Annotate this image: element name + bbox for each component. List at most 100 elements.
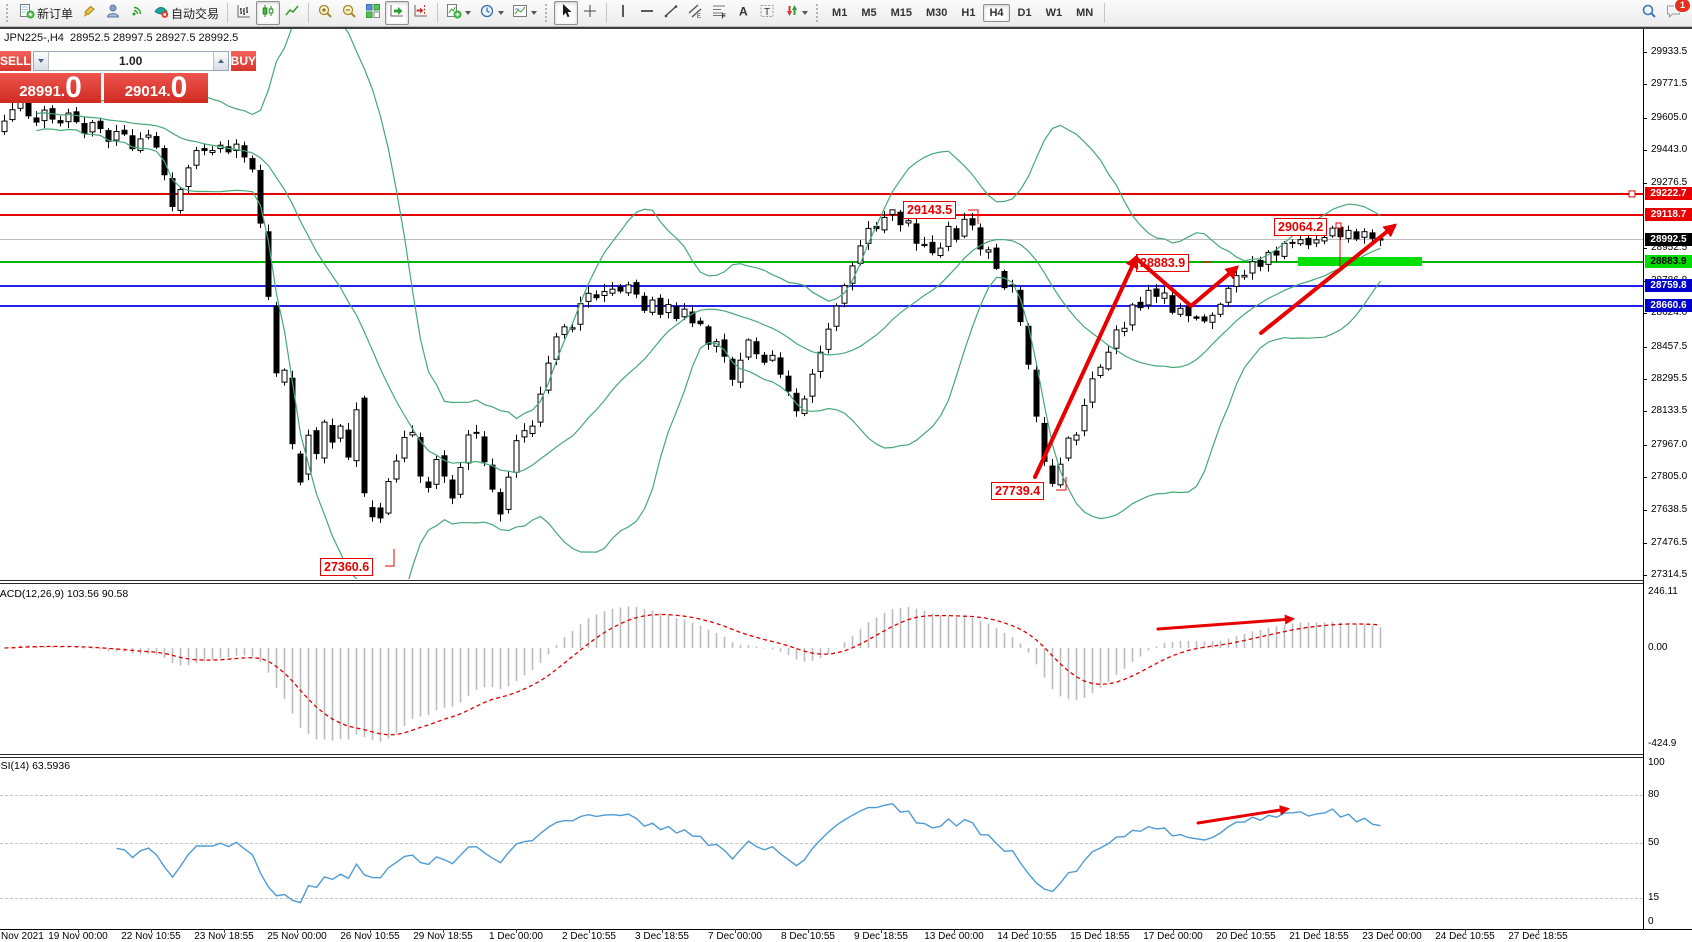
price-annotation[interactable]: 27360.6 <box>320 558 373 576</box>
timeframe-h4[interactable]: H4 <box>983 4 1009 22</box>
fibonacci-button[interactable]: F <box>707 1 731 25</box>
one-click-trading-panel: SELL BUY 28991.0 29014.0 <box>0 51 208 103</box>
price-badge: 29118.7 <box>1645 208 1692 221</box>
level-line[interactable] <box>0 285 1643 287</box>
auto-trading-label: 自动交易 <box>171 5 219 22</box>
text-icon: A <box>735 3 751 24</box>
price-annotation[interactable]: 28883.9 <box>1136 254 1189 272</box>
arrows-button[interactable] <box>779 1 812 25</box>
equidistant-channel-button[interactable]: E <box>683 1 707 25</box>
sell-price-frac: 0 <box>65 74 82 102</box>
volume-increase-button[interactable] <box>213 52 228 70</box>
timeframe-m5[interactable]: M5 <box>855 4 882 22</box>
y-axis-tick: 27638.5 <box>1651 504 1687 515</box>
styler-icon <box>81 3 97 24</box>
timeframe-m30[interactable]: M30 <box>920 4 953 22</box>
text-button[interactable]: A <box>731 1 755 25</box>
ohlc-values: 28952.5 28997.5 28927.5 28992.5 <box>70 32 238 44</box>
panel-separator[interactable] <box>0 580 1643 584</box>
rsi-panel[interactable] <box>0 759 1643 928</box>
sell-price[interactable]: 28991.0 <box>0 73 101 103</box>
timeframe-mn[interactable]: MN <box>1070 4 1099 22</box>
buy-price-frac: 0 <box>171 74 188 102</box>
vertical-line-button[interactable] <box>611 1 635 25</box>
fibonacci-icon: F <box>711 3 727 24</box>
sell-button[interactable]: SELL <box>0 51 31 71</box>
buy-button[interactable]: BUY <box>231 51 256 71</box>
profile-icon <box>105 3 121 24</box>
price-annotation[interactable]: 27739.4 <box>991 482 1044 500</box>
rsi-axis-label: 100 <box>1648 757 1665 768</box>
timeframe-d1[interactable]: D1 <box>1012 4 1038 22</box>
level-line[interactable] <box>0 239 1643 240</box>
search-button[interactable] <box>1637 1 1661 25</box>
panel-separator[interactable] <box>0 754 1643 758</box>
macd-panel[interactable] <box>0 585 1643 753</box>
tile-windows-button[interactable] <box>361 1 385 25</box>
styler-button[interactable] <box>77 1 101 25</box>
clock-icon <box>479 3 495 24</box>
periods-button[interactable] <box>475 1 508 25</box>
toolbar-separator <box>437 3 438 23</box>
support-zone-bar[interactable] <box>1298 257 1422 266</box>
volume-stepper <box>33 51 229 71</box>
main-chart[interactable] <box>0 29 1643 579</box>
buy-price[interactable]: 29014.0 <box>104 73 208 103</box>
rsi-axis-label: 15 <box>1648 892 1659 903</box>
volume-input[interactable] <box>49 52 213 70</box>
y-axis-tickmark <box>1643 118 1647 119</box>
profile-button[interactable] <box>101 1 125 25</box>
rsi-axis-label: 50 <box>1648 837 1659 848</box>
level-line[interactable] <box>0 305 1643 307</box>
y-axis-tickmark <box>1643 248 1647 249</box>
new-order-button[interactable]: 新订单 <box>15 1 77 25</box>
trendline-button[interactable] <box>659 1 683 25</box>
indicators-button[interactable] <box>442 1 475 25</box>
signals-button[interactable] <box>125 1 149 25</box>
line-chart-button[interactable] <box>280 1 304 25</box>
rsi-level-line <box>0 795 1643 796</box>
y-axis-tick: 27476.5 <box>1651 537 1687 548</box>
templates-button[interactable] <box>508 1 541 25</box>
chart-shift-button[interactable] <box>409 1 433 25</box>
toolbar-drag-handle[interactable] <box>816 4 821 22</box>
chevron-down-icon <box>802 11 808 15</box>
timeframe-m15[interactable]: M15 <box>885 4 918 22</box>
x-axis-label: Nov 2021 <box>1 931 44 942</box>
level-line[interactable] <box>0 193 1643 195</box>
x-axis-label: 2 Dec 10:55 <box>562 931 616 942</box>
y-axis-tickmark <box>1643 575 1647 576</box>
horizontal-line-button[interactable] <box>635 1 659 25</box>
toolbar-separator <box>606 3 607 23</box>
text-label-button[interactable]: T <box>755 1 779 25</box>
price-badge: 28759.8 <box>1645 279 1692 292</box>
toolbar-drag-handle[interactable] <box>6 4 11 22</box>
crosshair-icon <box>582 3 598 24</box>
toolbar-drag-handle[interactable] <box>545 4 550 22</box>
timeframe-m1[interactable]: M1 <box>826 4 853 22</box>
vertical-line-icon <box>615 3 631 24</box>
cursor-button[interactable] <box>554 1 578 25</box>
bar-chart-button[interactable] <box>232 1 256 25</box>
price-annotation[interactable]: 29064.2 <box>1274 218 1327 236</box>
community-signal-icon <box>129 3 145 24</box>
macd-axis-label: -424.9 <box>1648 738 1676 749</box>
macd-label: MACD(12,26,9) 103.56 90.58 <box>0 588 128 600</box>
auto-trading-button[interactable]: 自动交易 <box>149 1 223 25</box>
zoom-in-button[interactable] <box>313 1 337 25</box>
y-axis-tickmark <box>1643 543 1647 544</box>
y-axis-tick: 28295.5 <box>1651 373 1687 384</box>
auto-scroll-button[interactable] <box>385 1 409 25</box>
y-axis-tickmark <box>1643 313 1647 314</box>
zoom-out-button[interactable] <box>337 1 361 25</box>
price-annotation[interactable]: 29143.5 <box>903 201 956 219</box>
notifications-button[interactable]: 1 <box>1661 1 1686 25</box>
price-badge: 28883.9 <box>1645 255 1692 268</box>
toolbar-separator <box>308 3 309 23</box>
candlestick-chart-button[interactable] <box>256 1 280 25</box>
crosshair-button[interactable] <box>578 1 602 25</box>
timeframe-w1[interactable]: W1 <box>1040 4 1069 22</box>
timeframe-h1[interactable]: H1 <box>955 4 981 22</box>
volume-decrease-button[interactable] <box>34 52 49 70</box>
level-line[interactable] <box>0 214 1643 216</box>
